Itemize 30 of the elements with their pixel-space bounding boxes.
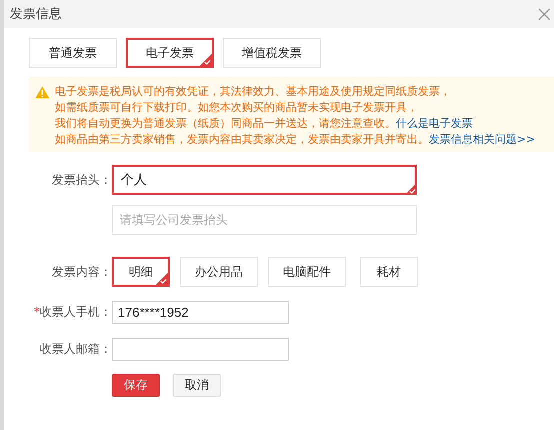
required-mark: *	[34, 305, 40, 319]
check-corner-icon	[200, 54, 212, 66]
save-button[interactable]: 保存	[112, 374, 160, 397]
field-label: 收票人邮箱：	[40, 342, 112, 356]
notice-text: 电子发票是税局认可的有效凭证，其法律效力、基本用途及使用规定同纸质发票，	[55, 84, 452, 100]
invoice-type-tab[interactable]: 增值税发票	[223, 38, 321, 68]
check-corner-icon	[156, 273, 168, 285]
help-link[interactable]: 发票信息相关问题>>	[429, 133, 536, 146]
text-field[interactable]: 176****1952	[112, 301, 289, 324]
help-link[interactable]: 什么是电子发票	[396, 117, 473, 130]
invoice-title-field[interactable]: 个人	[112, 165, 417, 195]
field-label: 发票内容：	[51, 264, 112, 280]
close-icon[interactable]	[539, 8, 550, 20]
content-option[interactable]: 明细	[112, 257, 170, 287]
notice-text: 我们将自动更换为普通发票（纸质）同商品一并送达，请您注意查收。什么是电子发票	[55, 116, 474, 132]
field-label: 发票抬头：	[51, 172, 112, 188]
notice-text: 如需纸质票可自行下载打印。如您本次购买的商品暂未实现电子发票开具，	[55, 100, 419, 116]
content-option[interactable]: 办公用品	[180, 257, 258, 287]
cancel-button[interactable]: 取消	[173, 374, 221, 397]
invoice-type-tab[interactable]: 普通发票	[29, 38, 117, 68]
content-option[interactable]: 耗材	[360, 257, 418, 287]
invoice-type-tab[interactable]: 电子发票	[126, 38, 214, 68]
content-option[interactable]: 电脑配件	[268, 257, 346, 287]
warning-icon	[35, 86, 50, 99]
check-corner-icon	[405, 183, 417, 195]
field-label: 收票人手机：	[40, 305, 112, 319]
dialog-title: 发票信息	[10, 6, 62, 23]
company-title-field[interactable]: 请填写公司发票抬头	[112, 205, 417, 235]
notice-text: 如商品由第三方卖家销售，发票内容由其卖家决定，发票由卖家开具并寄出。发票信息相关问题>>	[55, 132, 536, 148]
text-field[interactable]	[112, 338, 289, 361]
